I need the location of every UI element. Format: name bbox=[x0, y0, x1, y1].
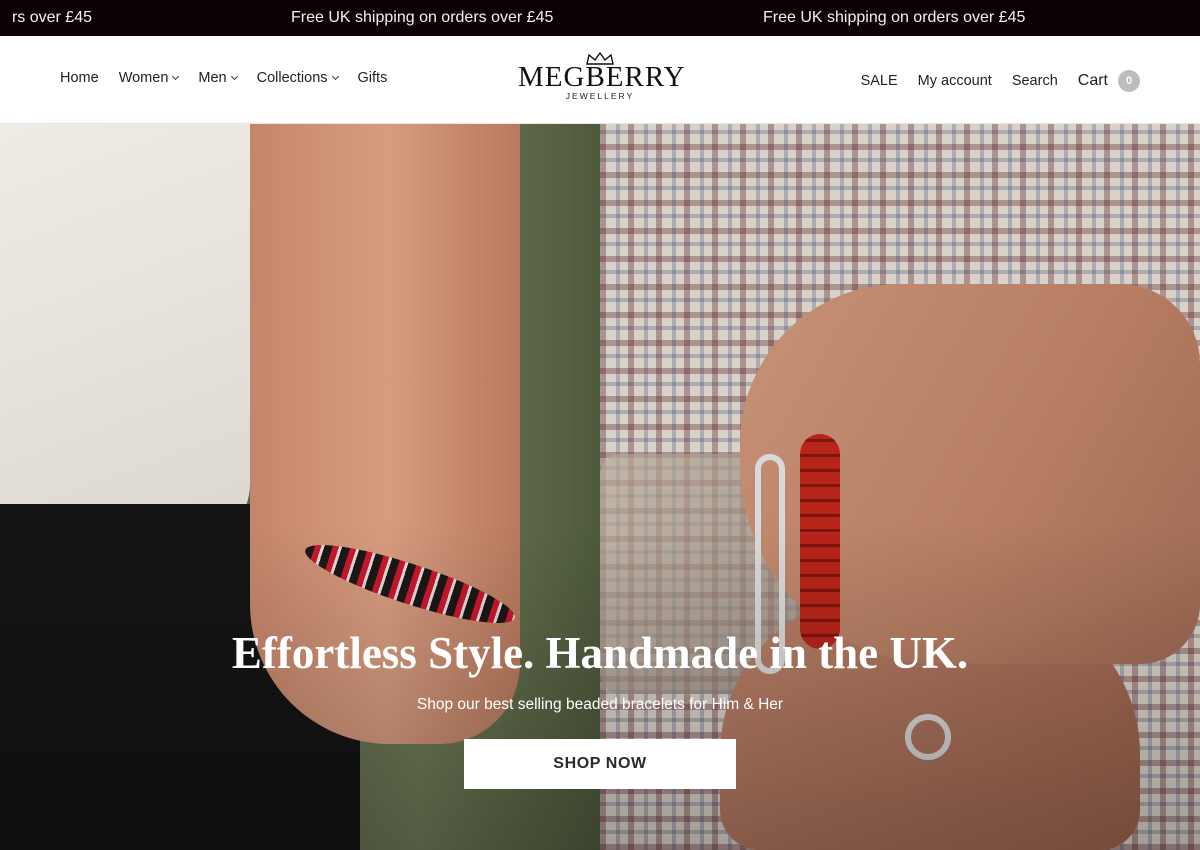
announcement-text: rs over £45 bbox=[11, 9, 92, 26]
nav-label: Home bbox=[60, 70, 99, 86]
site-header: Home Women Men Collections Gifts MEGBERR… bbox=[0, 36, 1200, 124]
nav-label: Collections bbox=[256, 70, 328, 86]
shop-now-button[interactable]: SHOP NOW bbox=[464, 739, 736, 789]
hero-content: Effortless Style. Handmade in the UK. Sh… bbox=[0, 124, 1200, 850]
announcement-text: Free UK shipping on orders over £45 bbox=[291, 9, 554, 26]
nav-women[interactable]: Women bbox=[118, 70, 180, 86]
search-link[interactable]: Search bbox=[1012, 73, 1058, 89]
nav-home[interactable]: Home bbox=[60, 70, 99, 86]
nav-label: Women bbox=[118, 70, 169, 86]
chevron-down-icon bbox=[230, 72, 238, 81]
nav-label: Gifts bbox=[357, 70, 388, 86]
nav-collections[interactable]: Collections bbox=[256, 70, 339, 86]
primary-nav: Home Women Men Collections Gifts bbox=[60, 70, 387, 86]
announcement-bar: rs over £45 Free UK shipping on orders o… bbox=[0, 0, 1200, 36]
my-account-link[interactable]: My account bbox=[918, 73, 992, 89]
cart-label: Cart bbox=[1077, 72, 1108, 89]
cart-count-badge: 0 bbox=[1118, 70, 1140, 92]
hero-subheadline: Shop our best selling beaded bracelets f… bbox=[416, 696, 784, 713]
nav-gifts[interactable]: Gifts bbox=[358, 70, 388, 86]
announcement-text: Free UK shipping on orders over £45 bbox=[763, 9, 1026, 26]
chevron-down-icon bbox=[172, 72, 180, 81]
nav-sale[interactable]: SALE bbox=[861, 73, 898, 89]
hero-headline: Effortless Style. Handmade in the UK. bbox=[231, 628, 969, 678]
site-logo[interactable]: MEGBERRY JEWELLERY bbox=[518, 52, 686, 101]
nav-men[interactable]: Men bbox=[198, 70, 238, 86]
utility-nav: SALE My account Search Cart 0 bbox=[841, 70, 1140, 92]
hero-banner: Effortless Style. Handmade in the UK. Sh… bbox=[0, 124, 1200, 850]
logo-brand: MEGBERRY bbox=[518, 61, 686, 93]
chevron-down-icon bbox=[331, 72, 339, 81]
cart-link[interactable]: Cart 0 bbox=[1078, 70, 1140, 92]
nav-label: Men bbox=[198, 70, 227, 86]
